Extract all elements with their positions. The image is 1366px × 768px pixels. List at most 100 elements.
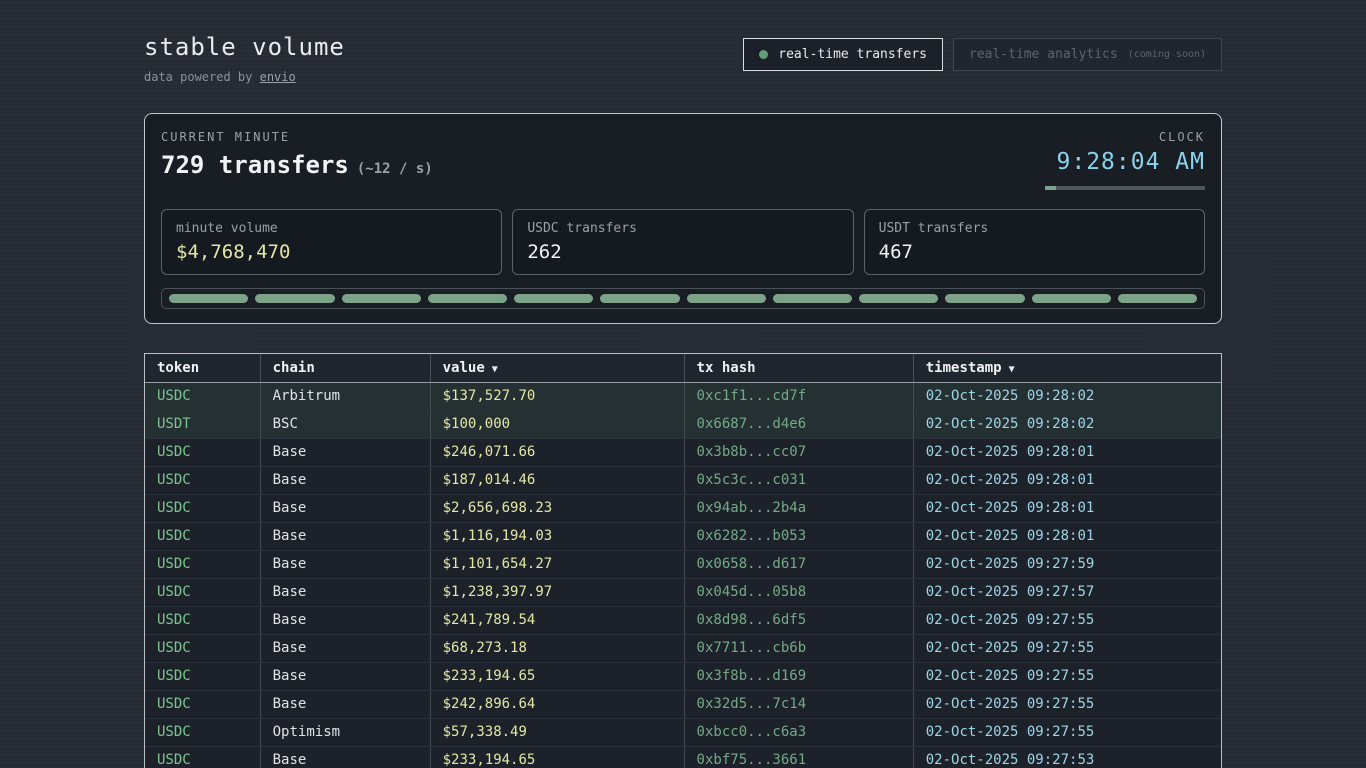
tx-hash-link[interactable]: 0x94ab...2b4a: [684, 494, 913, 522]
tx-hash-link[interactable]: 0x8d98...6df5: [684, 606, 913, 634]
current-minute-panel: CURRENT MINUTE 729 transfers (~12 / s) CL…: [144, 113, 1222, 324]
timestamp-cell: 02-Oct-2025 09:27:55: [913, 606, 1221, 634]
table-row: USDCArbitrum$137,527.700xc1f1...cd7f02-O…: [145, 382, 1221, 410]
volume-segment: [1118, 294, 1197, 303]
table-row: USDCBase$233,194.650xbf75...366102-Oct-2…: [145, 746, 1221, 768]
volume-segment: [859, 294, 938, 303]
table-row: USDCBase$233,194.650x3f8b...d16902-Oct-2…: [145, 662, 1221, 690]
section-label: CURRENT MINUTE: [161, 130, 433, 144]
token-cell: USDC: [145, 494, 260, 522]
sort-desc-icon: ▼: [492, 364, 498, 375]
token-cell: USDC: [145, 662, 260, 690]
value-cell: $68,273.18: [430, 634, 684, 662]
stat-value: 467: [879, 241, 1190, 263]
page-subtitle: data powered by envio: [144, 70, 345, 84]
tx-hash-link[interactable]: 0x3f8b...d169: [684, 662, 913, 690]
table-header-row: tokenchain value ▼ tx hash timestamp▼: [145, 354, 1221, 382]
table-row: USDTBSC$100,0000x6687...d4e602-Oct-2025 …: [145, 410, 1221, 438]
transfers-count: 729 transfers: [161, 151, 349, 179]
chain-cell: Base: [260, 550, 430, 578]
timestamp-cell: 02-Oct-2025 09:28:01: [913, 522, 1221, 550]
segment-bar: [161, 288, 1205, 309]
stat-label: USDT transfers: [879, 221, 1190, 236]
chain-cell: Base: [260, 690, 430, 718]
clock-block: CLOCK 9:28:04 AM: [1045, 130, 1205, 190]
timestamp-cell: 02-Oct-2025 09:28:01: [913, 438, 1221, 466]
stat-card-usdc-transfers: USDC transfers 262: [512, 209, 853, 275]
column-header-chain: chain: [260, 354, 430, 382]
tx-hash-link[interactable]: 0x3b8b...cc07: [684, 438, 913, 466]
table-row: USDCBase$68,273.180x7711...cb6b02-Oct-20…: [145, 634, 1221, 662]
timestamp-cell: 02-Oct-2025 09:28:01: [913, 466, 1221, 494]
token-cell: USDC: [145, 690, 260, 718]
value-cell: $137,527.70: [430, 382, 684, 410]
token-cell: USDC: [145, 438, 260, 466]
column-label: timestamp: [926, 360, 1002, 376]
minute-progress-fill: [1045, 186, 1056, 190]
tx-hash-link[interactable]: 0x5c3c...c031: [684, 466, 913, 494]
branding: stable volume data powered by envio: [144, 34, 345, 84]
value-cell: $1,238,397.97: [430, 578, 684, 606]
stat-cards: minute volume $4,768,470 USDC transfers …: [161, 209, 1205, 275]
table-row: USDCOptimism$57,338.490xbcc0...c6a302-Oc…: [145, 718, 1221, 746]
chain-cell: Base: [260, 662, 430, 690]
tx-hash-link[interactable]: 0x045d...05b8: [684, 578, 913, 606]
value-cell: $57,338.49: [430, 718, 684, 746]
value-cell: $1,116,194.03: [430, 522, 684, 550]
value-cell: $233,194.65: [430, 746, 684, 768]
table-row: USDCBase$2,656,698.230x94ab...2b4a02-Oct…: [145, 494, 1221, 522]
column-label: tx hash: [697, 360, 756, 376]
table-row: USDCBase$241,789.540x8d98...6df502-Oct-2…: [145, 606, 1221, 634]
view-tabs: real-time transfers real-time analytics …: [743, 38, 1222, 71]
token-cell: USDT: [145, 410, 260, 438]
tx-hash-link[interactable]: 0x32d5...7c14: [684, 690, 913, 718]
tx-hash-link[interactable]: 0x7711...cb6b: [684, 634, 913, 662]
tab-real-time-transfers[interactable]: real-time transfers: [743, 38, 943, 71]
clock-time: 9:28:04 AM: [1045, 149, 1205, 175]
headline-block: CURRENT MINUTE 729 transfers (~12 / s): [161, 130, 433, 179]
chain-cell: Base: [260, 522, 430, 550]
live-dot-icon: [759, 50, 768, 59]
chain-cell: Base: [260, 634, 430, 662]
token-cell: USDC: [145, 522, 260, 550]
value-cell: $233,194.65: [430, 662, 684, 690]
minute-progress-bar: [1045, 186, 1205, 190]
transfers-rate: (~12 / s): [357, 161, 433, 177]
tx-hash-link[interactable]: 0xbf75...3661: [684, 746, 913, 768]
token-cell: USDC: [145, 466, 260, 494]
chain-cell: Base: [260, 438, 430, 466]
tx-hash-link[interactable]: 0x6282...b053: [684, 522, 913, 550]
chain-cell: BSC: [260, 410, 430, 438]
token-cell: USDC: [145, 606, 260, 634]
token-cell: USDC: [145, 746, 260, 768]
tx-hash-link[interactable]: 0x6687...d4e6: [684, 410, 913, 438]
column-header-token: token: [145, 354, 260, 382]
envio-link[interactable]: envio: [260, 70, 296, 84]
volume-segment: [514, 294, 593, 303]
token-cell: USDC: [145, 382, 260, 410]
tab-label: real-time analytics: [969, 47, 1118, 62]
column-label: value: [443, 360, 485, 376]
tx-hash-link[interactable]: 0x0658...d617: [684, 550, 913, 578]
stat-card-usdt-transfers: USDT transfers 467: [864, 209, 1205, 275]
stat-label: USDC transfers: [527, 221, 838, 236]
volume-segment: [342, 294, 421, 303]
column-header-timestamp[interactable]: timestamp▼: [913, 354, 1221, 382]
column-header-value[interactable]: value ▼: [430, 354, 684, 382]
subtitle-text: data powered by: [144, 70, 260, 84]
transfers-table-wrap: tokenchain value ▼ tx hash timestamp▼ USDCAr…: [144, 353, 1222, 768]
timestamp-cell: 02-Oct-2025 09:27:55: [913, 718, 1221, 746]
volume-segment: [600, 294, 679, 303]
volume-segment: [1032, 294, 1111, 303]
chain-cell: Base: [260, 606, 430, 634]
timestamp-cell: 02-Oct-2025 09:27:57: [913, 578, 1221, 606]
stat-value: 262: [527, 241, 838, 263]
tx-hash-link[interactable]: 0xc1f1...cd7f: [684, 382, 913, 410]
value-cell: $242,896.64: [430, 690, 684, 718]
transfers-headline: 729 transfers (~12 / s): [161, 151, 433, 179]
value-cell: $241,789.54: [430, 606, 684, 634]
table-row: USDCBase$1,238,397.970x045d...05b802-Oct…: [145, 578, 1221, 606]
volume-segment: [255, 294, 334, 303]
value-cell: $2,656,698.23: [430, 494, 684, 522]
tx-hash-link[interactable]: 0xbcc0...c6a3: [684, 718, 913, 746]
